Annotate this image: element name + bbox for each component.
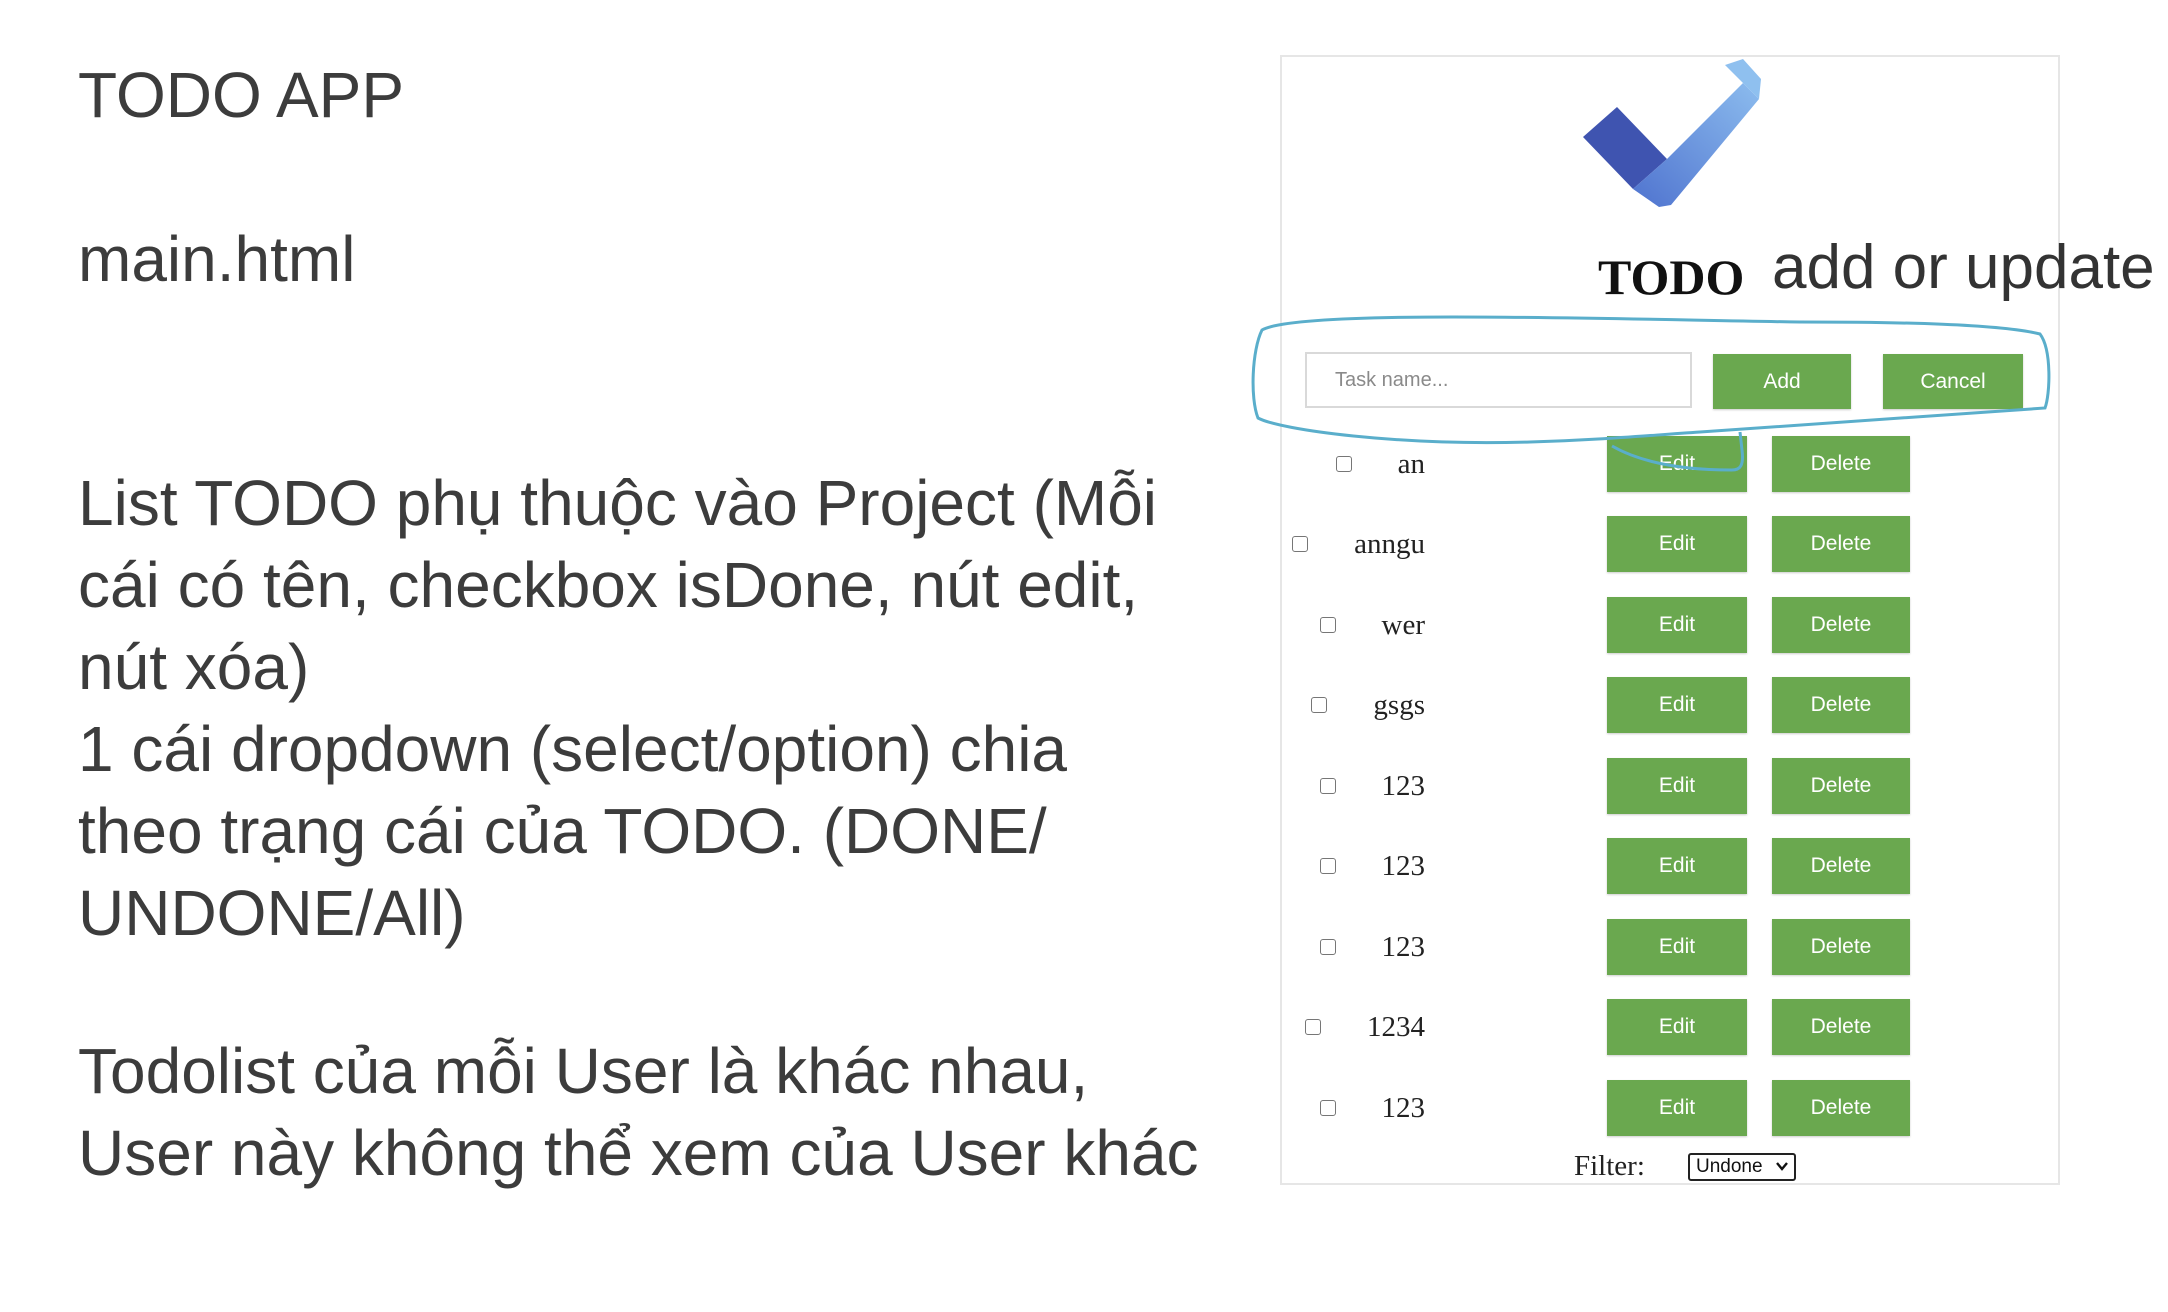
- todo-name: 123: [1381, 849, 1426, 882]
- todo-row: 123 Edit Delete: [1280, 1080, 2060, 1136]
- todo-row: 123 Edit Delete: [1280, 758, 2060, 814]
- note-line: User này không thể xem của User khác: [78, 1117, 1199, 1189]
- todo-done-checkbox[interactable]: [1319, 1100, 1336, 1116]
- annotation-label: add or update: [1772, 233, 2155, 302]
- todo-name: 123: [1381, 769, 1426, 802]
- delete-button[interactable]: Delete: [1772, 597, 1910, 653]
- note-line: Todolist của mỗi User là khác nhau,: [78, 1035, 1089, 1107]
- edit-button[interactable]: Edit: [1607, 838, 1747, 894]
- edit-button[interactable]: Edit: [1607, 516, 1747, 572]
- todo-done-checkbox[interactable]: [1319, 778, 1336, 794]
- todo-done-checkbox[interactable]: [1319, 939, 1336, 955]
- todo-row: gsgs Edit Delete: [1280, 677, 2060, 733]
- notes-title: TODO APP: [78, 59, 405, 131]
- chevron-down-icon: [1776, 1162, 1788, 1171]
- todo-name: gsgs: [1373, 688, 1425, 721]
- edit-button[interactable]: Edit: [1607, 1080, 1747, 1136]
- todo-done-checkbox[interactable]: [1319, 858, 1336, 874]
- edit-button[interactable]: Edit: [1607, 597, 1747, 653]
- app-title: TODO: [1598, 249, 1745, 305]
- todo-name: anngu: [1354, 527, 1425, 560]
- todo-done-checkbox[interactable]: [1292, 536, 1309, 552]
- todo-row: wer Edit Delete: [1280, 597, 2060, 653]
- filter-label: Filter:: [1574, 1150, 1645, 1182]
- edit-button[interactable]: Edit: [1607, 677, 1747, 733]
- checkmark-logo-icon: [1583, 59, 1761, 207]
- delete-button[interactable]: Delete: [1772, 919, 1910, 975]
- filter-selected-value: Undone: [1696, 1156, 1763, 1177]
- notes-requirements: List TODO phụ thuộc vào Project (Mỗi cái…: [78, 462, 1208, 954]
- todo-done-checkbox[interactable]: [1311, 697, 1328, 713]
- delete-button[interactable]: Delete: [1772, 758, 1910, 814]
- todo-row: 1234 Edit Delete: [1280, 999, 2060, 1055]
- todo-row: anngu Edit Delete: [1280, 516, 2060, 572]
- edit-button[interactable]: Edit: [1607, 919, 1747, 975]
- todo-name: 1234: [1367, 1010, 1425, 1043]
- filter-select[interactable]: Undone: [1688, 1153, 1796, 1181]
- task-name-input[interactable]: [1305, 352, 1692, 408]
- note-line: List TODO phụ thuộc vào Project (Mỗi: [78, 467, 1157, 539]
- delete-button[interactable]: Delete: [1772, 999, 1910, 1055]
- todo-name: wer: [1381, 608, 1425, 641]
- delete-button[interactable]: Delete: [1772, 838, 1910, 894]
- delete-button[interactable]: Delete: [1772, 1080, 1910, 1136]
- add-button[interactable]: Add: [1713, 354, 1851, 409]
- edit-button[interactable]: Edit: [1607, 999, 1747, 1055]
- delete-button[interactable]: Delete: [1772, 677, 1910, 733]
- todo-done-checkbox[interactable]: [1335, 456, 1352, 472]
- note-line: 1 cái dropdown (select/option) chia: [78, 713, 1067, 785]
- todo-done-checkbox[interactable]: [1305, 1019, 1321, 1035]
- edit-button[interactable]: Edit: [1607, 758, 1747, 814]
- todo-name: 123: [1381, 1091, 1426, 1124]
- todo-row: an Edit Delete: [1280, 436, 2060, 492]
- note-line: cái có tên, checkbox isDone, nút edit,: [78, 549, 1139, 621]
- note-line: UNDONE/All): [78, 877, 466, 949]
- todo-name: an: [1397, 447, 1425, 480]
- todo-done-checkbox[interactable]: [1319, 617, 1336, 633]
- notes-user-rule: Todolist của mỗi User là khác nhau, User…: [78, 1030, 1208, 1194]
- note-line: theo trạng cái của TODO. (DONE/: [78, 795, 1047, 867]
- edit-button[interactable]: Edit: [1607, 436, 1747, 492]
- delete-button[interactable]: Delete: [1772, 436, 1910, 492]
- todo-name: 123: [1381, 930, 1426, 963]
- todo-row: 123 Edit Delete: [1280, 919, 2060, 975]
- note-line: nút xóa): [78, 631, 310, 703]
- todo-row: 123 Edit Delete: [1280, 838, 2060, 894]
- cancel-button[interactable]: Cancel: [1883, 354, 2023, 409]
- delete-button[interactable]: Delete: [1772, 516, 1910, 572]
- notes-filename: main.html: [78, 223, 356, 295]
